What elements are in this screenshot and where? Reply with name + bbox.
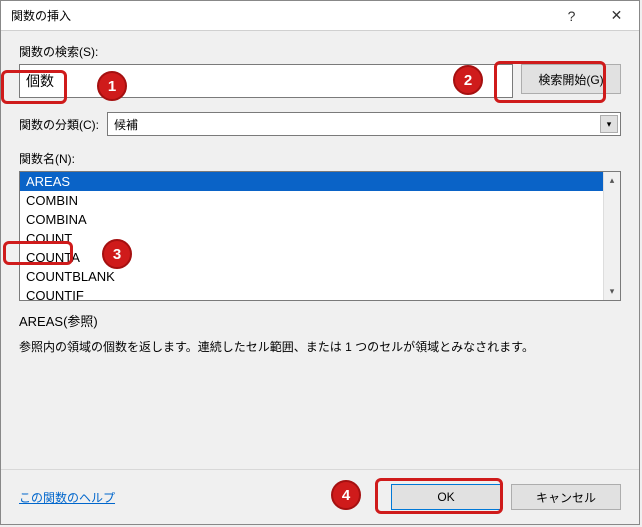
list-item[interactable]: COUNTBLANK (20, 267, 603, 286)
list-item[interactable]: COMBINA (20, 210, 603, 229)
dialog-footer: この関数のヘルプ OK キャンセル 4 (1, 469, 639, 524)
scroll-down-icon[interactable]: ▾ (604, 283, 620, 300)
list-item[interactable]: COUNTIF (20, 286, 603, 300)
function-help-link[interactable]: この関数のヘルプ (19, 489, 115, 506)
category-select[interactable]: 候補 ▾ (107, 112, 621, 136)
help-button[interactable]: ? (549, 1, 594, 31)
function-listbox[interactable]: AREASCOMBINCOMBINACOUNTCOUNTACOUNTBLANKC… (19, 171, 621, 301)
cancel-button[interactable]: キャンセル (511, 484, 621, 510)
chevron-down-icon: ▾ (600, 115, 618, 133)
function-description: 参照内の領域の個数を返します。連続したセル範囲、または 1 つのセルが領域とみな… (19, 338, 621, 356)
listbox-scrollbar[interactable]: ▴ ▾ (603, 172, 620, 300)
list-item[interactable]: COUNT (20, 229, 603, 248)
search-label: 関数の検索(S): (19, 43, 621, 60)
dialog-content: 関数の検索(S): 検索開始(G) 関数の分類(C): 候補 ▾ 関数名(N):… (1, 31, 639, 469)
scroll-up-icon[interactable]: ▴ (604, 172, 620, 189)
category-selected-value: 候補 (114, 116, 138, 133)
search-input[interactable] (19, 64, 513, 98)
list-item[interactable]: COMBIN (20, 191, 603, 210)
search-start-button[interactable]: 検索開始(G) (521, 64, 621, 94)
list-item[interactable]: AREAS (20, 172, 603, 191)
function-signature: AREAS(参照) (19, 311, 621, 330)
function-name-label: 関数名(N): (19, 150, 621, 167)
dialog-title: 関数の挿入 (11, 7, 549, 24)
list-item[interactable]: COUNTA (20, 248, 603, 267)
category-label: 関数の分類(C): (19, 116, 99, 133)
close-button[interactable]: ✕ (594, 1, 639, 31)
insert-function-dialog: 関数の挿入 ? ✕ 関数の検索(S): 検索開始(G) 関数の分類(C): 候補… (0, 0, 640, 525)
ok-button[interactable]: OK (391, 484, 501, 510)
annotation-badge-4: 4 (331, 480, 361, 510)
titlebar: 関数の挿入 ? ✕ (1, 1, 639, 31)
